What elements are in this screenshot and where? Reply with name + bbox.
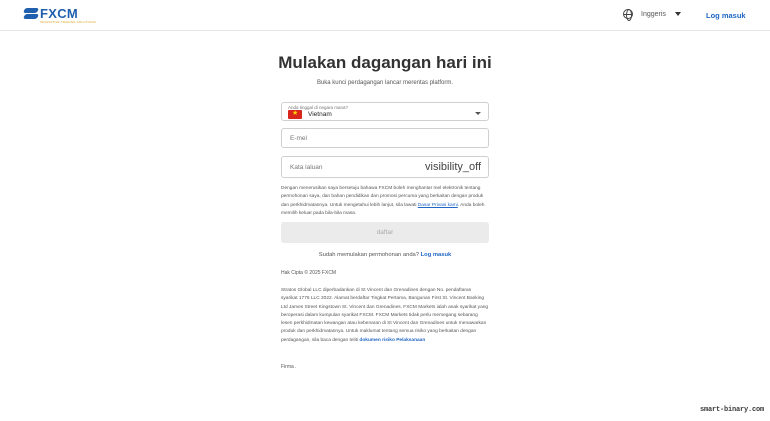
language-selector[interactable]: Inggeris — [623, 9, 681, 21]
fxcm-logo-icon — [24, 6, 38, 20]
legal-text: Stratos Global LLC diperbadankan di St V… — [281, 288, 489, 343]
privacy-policy-link[interactable]: Dasar Privasi kami — [418, 203, 458, 208]
country-value: Vietnam — [308, 111, 332, 118]
dropdown-arrow-icon — [475, 112, 481, 115]
logo-text: FXCM — [40, 5, 79, 21]
email-placeholder: E-mel — [290, 135, 307, 142]
copyright: Hak Cipta © 2025 FXCM — [281, 270, 337, 276]
logo-tagline: INNOVATIVE TRADING SOLUTIONS — [40, 20, 96, 24]
already-applied-text: Sudah memulakan permohonan anda? — [318, 252, 419, 258]
login-link-bottom[interactable]: Log masuk — [421, 252, 452, 258]
risk-document-link[interactable]: dokumen risiko Pelaksanaan — [359, 338, 425, 343]
fxcm-logo[interactable]: FXCM INNOVATIVE TRADING SOLUTIONS — [24, 5, 96, 25]
visibility-toggle-icon[interactable]: visibility_off — [425, 161, 481, 173]
login-link[interactable]: Log masuk — [706, 11, 746, 20]
legal-disclaimer: Stratos Global LLC diperbadankan di St V… — [281, 287, 489, 345]
vietnam-flag-icon — [288, 109, 302, 119]
header: FXCM INNOVATIVE TRADING SOLUTIONS Ingger… — [0, 0, 770, 31]
register-button[interactable]: daftar — [281, 222, 489, 243]
page-subtitle: Buka kunci perdagangan lancar merentas p… — [316, 80, 454, 86]
password-field[interactable]: Kata laluan visibility_off — [281, 156, 489, 178]
page-title: Mulakan dagangan hari ini — [278, 53, 492, 72]
consent-text: Dengan menerusikan saya bersetuju bahawa… — [281, 185, 489, 218]
watermark: smart-binary.com — [700, 406, 765, 414]
password-placeholder: Kata laluan — [290, 164, 323, 171]
chevron-down-icon — [674, 12, 681, 16]
firma-text: Firma . — [281, 364, 297, 370]
country-select[interactable]: Anda tinggal di negara mana? Vietnam — [281, 102, 489, 121]
globe-icon — [623, 9, 633, 21]
language-label: Inggeris — [641, 10, 666, 18]
email-field[interactable]: E-mel — [281, 128, 489, 148]
already-applied: Sudah memulakan permohonan anda? Log mas… — [281, 252, 489, 258]
